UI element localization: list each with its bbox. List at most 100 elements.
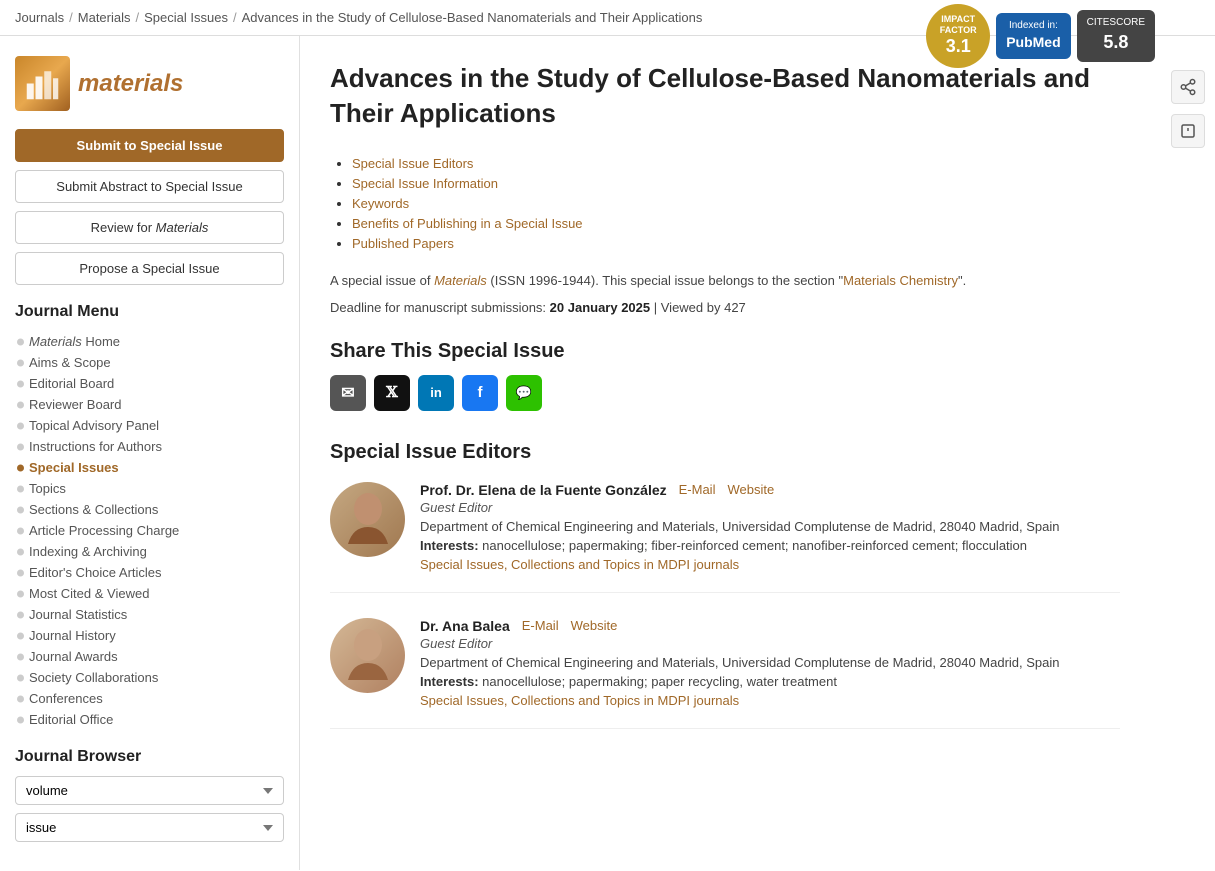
sidebar: materials Submit to Special Issue Submit… [0, 36, 300, 870]
citescore-value: 5.8 [1087, 30, 1145, 55]
breadcrumb-materials[interactable]: Materials [78, 10, 131, 25]
menu-item-editors-choice[interactable]: Editor's Choice Articles [15, 562, 284, 583]
alert-icon-btn[interactable] [1171, 114, 1205, 148]
editor-website-2[interactable]: Website [571, 618, 618, 633]
editor-info-2: Dr. Ana Balea E-Mail Website Guest Edito… [420, 618, 1120, 708]
viewed-count: | Viewed by 427 [654, 300, 746, 315]
journal-menu-list: Materials Home Aims & Scope Editorial Bo… [15, 331, 284, 730]
editor-role-2: Guest Editor [420, 636, 1120, 651]
right-icons [1171, 70, 1205, 148]
journal-menu-title: Journal Menu [15, 303, 284, 321]
toc-list: Special Issue Editors Special Issue Info… [330, 156, 1120, 251]
editor-avatar-1 [330, 482, 405, 557]
editor-special-issues-2: Special Issues, Collections and Topics i… [420, 693, 1120, 708]
indexed-label: Indexed in: [1006, 19, 1060, 33]
share-wechat-icon[interactable]: 💬 [506, 375, 542, 411]
share-twitter-icon[interactable]: 𝕏 [374, 375, 410, 411]
menu-item-apc[interactable]: Article Processing Charge [15, 520, 284, 541]
section-link[interactable]: Materials Chemistry [843, 273, 958, 288]
share-section: Share This Special Issue ✉ 𝕏 in f 💬 [330, 340, 1120, 411]
editor-card-1: Prof. Dr. Elena de la Fuente González E-… [330, 482, 1120, 593]
menu-item-conferences[interactable]: Conferences [15, 688, 284, 709]
editor-special-issues-link-1[interactable]: Special Issues, Collections and Topics i… [420, 557, 739, 572]
citescore-badge: CITESCORE 5.8 [1077, 10, 1155, 61]
menu-item-aims-scope[interactable]: Aims & Scope [15, 352, 284, 373]
editor-special-issues-link-2[interactable]: Special Issues, Collections and Topics i… [420, 693, 739, 708]
breadcrumb: Journals / Materials / Special Issues / … [15, 10, 702, 25]
menu-item-history[interactable]: Journal History [15, 625, 284, 646]
menu-item-editorial-board[interactable]: Editorial Board [15, 373, 284, 394]
menu-item-indexing[interactable]: Indexing & Archiving [15, 541, 284, 562]
menu-item-editorial-office[interactable]: Editorial Office [15, 709, 284, 730]
editor-name-1: Prof. Dr. Elena de la Fuente González [420, 482, 667, 498]
review-button[interactable]: Review for Materials [15, 211, 284, 244]
deadline-info: Deadline for manuscript submissions: 20 … [330, 300, 1120, 315]
editor-dept-1: Department of Chemical Engineering and M… [420, 519, 1120, 534]
menu-item-awards[interactable]: Journal Awards [15, 646, 284, 667]
editor-card-2: Dr. Ana Balea E-Mail Website Guest Edito… [330, 618, 1120, 729]
editor-email-2[interactable]: E-Mail [522, 618, 559, 633]
editor-email-1[interactable]: E-Mail [679, 482, 716, 497]
editor-name-2: Dr. Ana Balea [420, 618, 510, 634]
submit-button[interactable]: Submit to Special Issue [15, 129, 284, 162]
toc-item-editors[interactable]: Special Issue Editors [352, 156, 1120, 171]
editor-dept-2: Department of Chemical Engineering and M… [420, 655, 1120, 670]
breadcrumb-bar: Journals / Materials / Special Issues / … [0, 0, 1215, 36]
menu-item-statistics[interactable]: Journal Statistics [15, 604, 284, 625]
toc-item-papers[interactable]: Published Papers [352, 236, 1120, 251]
journal-logo-text: materials [78, 70, 183, 98]
article-title: Advances in the Study of Cellulose-Based… [330, 61, 1120, 131]
editor-website-1[interactable]: Website [727, 482, 774, 497]
menu-item-reviewer-board[interactable]: Reviewer Board [15, 394, 284, 415]
menu-item-topics[interactable]: Topics [15, 478, 284, 499]
share-title: Share This Special Issue [330, 340, 1120, 363]
journal-logo-icon [15, 56, 70, 111]
share-linkedin-icon[interactable]: in [418, 375, 454, 411]
share-icons: ✉ 𝕏 in f 💬 [330, 375, 1120, 411]
volume-select[interactable]: volume [15, 776, 284, 805]
share-icon-btn[interactable] [1171, 70, 1205, 104]
editor-interests-1: Interests: nanocellulose; papermaking; f… [420, 538, 1120, 553]
share-email-icon[interactable]: ✉ [330, 375, 366, 411]
interests-text-2: nanocellulose; papermaking; paper recycl… [482, 674, 837, 689]
interests-label-1: Interests: [420, 538, 479, 553]
toc-item-keywords[interactable]: Keywords [352, 196, 1120, 211]
issue-info: A special issue of Materials (ISSN 1996-… [330, 271, 1120, 292]
interests-label-2: Interests: [420, 674, 479, 689]
breadcrumb-journals[interactable]: Journals [15, 10, 64, 25]
breadcrumb-special-issues[interactable]: Special Issues [144, 10, 228, 25]
logo-area: materials [15, 56, 284, 111]
menu-item-topical-advisory[interactable]: Topical Advisory Panel [15, 415, 284, 436]
editors-title: Special Issue Editors [330, 441, 1120, 464]
content-area: Advances in the Study of Cellulose-Based… [300, 36, 1150, 870]
deadline-date: 20 January 2025 [550, 300, 650, 315]
interests-text-1: nanocellulose; papermaking; fiber-reinfo… [482, 538, 1027, 553]
badges-row: IMPACT FACTOR 3.1 Indexed in: PubMed CIT… [926, 4, 1155, 68]
issue-select[interactable]: issue [15, 813, 284, 842]
propose-button[interactable]: Propose a Special Issue [15, 252, 284, 285]
editor-name-row-2: Dr. Ana Balea E-Mail Website [420, 618, 1120, 634]
impact-factor-badge: IMPACT FACTOR 3.1 [926, 4, 990, 68]
menu-item-instructions[interactable]: Instructions for Authors [15, 436, 284, 457]
editor-interests-2: Interests: nanocellulose; papermaking; p… [420, 674, 1120, 689]
menu-item-society[interactable]: Society Collaborations [15, 667, 284, 688]
pubmed-badge: Indexed in: PubMed [996, 13, 1070, 59]
editor-info-1: Prof. Dr. Elena de la Fuente González E-… [420, 482, 1120, 572]
editors-section: Special Issue Editors Prof. Dr. Elena de… [330, 441, 1120, 729]
menu-item-most-cited[interactable]: Most Cited & Viewed [15, 583, 284, 604]
editor-special-issues-1: Special Issues, Collections and Topics i… [420, 557, 1120, 572]
menu-item-special-issues[interactable]: Special Issues [15, 457, 284, 478]
journal-browser-title: Journal Browser [15, 748, 284, 766]
editor-role-1: Guest Editor [420, 500, 1120, 515]
toc-item-information[interactable]: Special Issue Information [352, 176, 1120, 191]
share-facebook-icon[interactable]: f [462, 375, 498, 411]
impact-factor-value: 3.1 [946, 36, 971, 58]
materials-link[interactable]: Materials [434, 273, 487, 288]
menu-item-sections[interactable]: Sections & Collections [15, 499, 284, 520]
breadcrumb-current: Advances in the Study of Cellulose-Based… [242, 10, 703, 25]
menu-item-materials-home[interactable]: Materials Home [15, 331, 284, 352]
submit-abstract-button[interactable]: Submit Abstract to Special Issue [15, 170, 284, 203]
citescore-label: CITESCORE [1087, 16, 1145, 30]
impact-factor-label: IMPACT FACTOR [926, 14, 990, 36]
toc-item-benefits[interactable]: Benefits of Publishing in a Special Issu… [352, 216, 1120, 231]
